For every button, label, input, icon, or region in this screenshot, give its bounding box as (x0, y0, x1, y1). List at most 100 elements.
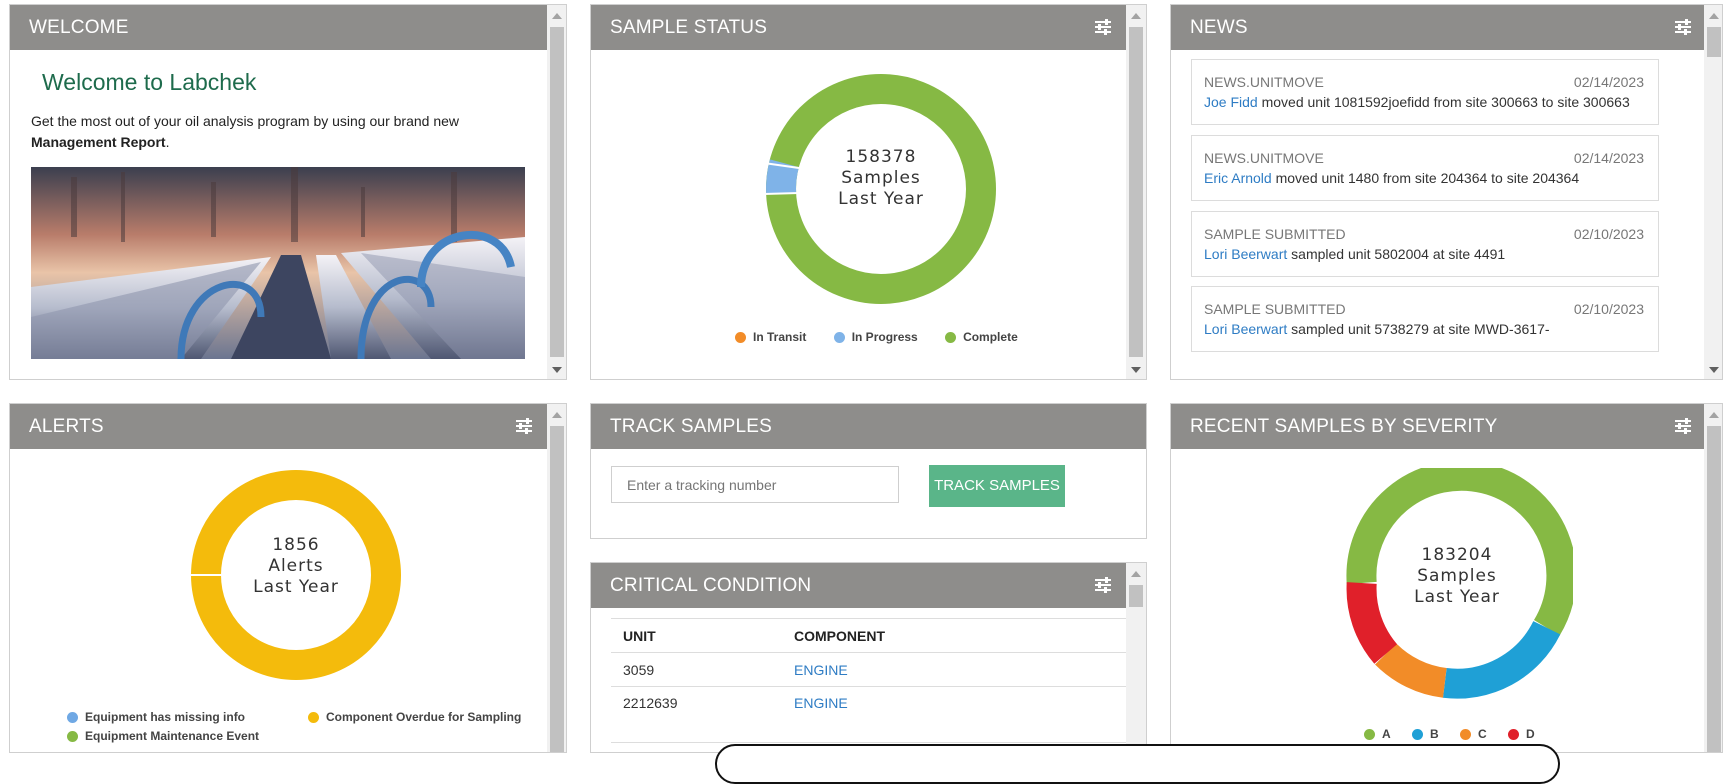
severity-panel: RECENT SAMPLES BY SEVERITY 183204 Sample… (1170, 403, 1723, 753)
severity-scrollbar[interactable] (1704, 404, 1722, 752)
welcome-heading: Welcome to Labchek (42, 69, 257, 95)
sample-status-legend: In Transit In Progress Complete (735, 330, 1018, 346)
table-header-row: UNIT COMPONENT (611, 618, 1131, 653)
legend-label: In Progress (851, 330, 918, 344)
alerts-count-period: Last Year (253, 577, 339, 597)
news-date: 02/10/2023 (1573, 226, 1644, 242)
missing-info-dot-icon (67, 711, 78, 723)
severity-count: 183204 (1421, 545, 1493, 565)
news-text: Joe Fidd moved unit 1081592joefidd from … (1204, 94, 1646, 110)
pipeline-illustration (31, 167, 525, 359)
filter-settings-icon[interactable] (1094, 18, 1112, 36)
track-samples-panel: TRACK SAMPLES TRACK SAMPLES (590, 403, 1147, 539)
news-text: Lori Beerwart sampled unit 5802004 at si… (1204, 246, 1646, 262)
pipeline-image (31, 167, 525, 359)
component-link[interactable]: ENGINE (782, 686, 1131, 743)
news-scroll-thumb[interactable] (1707, 27, 1721, 57)
alerts-center: 1856 Alerts Last Year (216, 535, 376, 598)
management-report-link[interactable]: Management Report (31, 134, 166, 150)
legend-label: C (1478, 727, 1487, 741)
scroll-up-arrow-icon[interactable] (552, 412, 562, 418)
legend-item-in-progress[interactable]: In Progress (833, 330, 918, 344)
track-samples-header: TRACK SAMPLES (591, 404, 1146, 449)
news-user-link[interactable]: Joe Fidd (1204, 94, 1258, 110)
news-message: sampled unit 5738279 at site MWD-3617- (1287, 321, 1550, 337)
track-samples-title: TRACK SAMPLES (610, 416, 773, 437)
legend-item-b[interactable]: B (1412, 727, 1439, 741)
track-samples-button[interactable]: TRACK SAMPLES (929, 465, 1065, 507)
column-header-component[interactable]: COMPONENT (782, 618, 1131, 653)
welcome-scrollbar[interactable] (547, 5, 566, 379)
alerts-scroll-thumb[interactable] (550, 426, 564, 752)
scroll-down-arrow-icon[interactable] (552, 367, 562, 373)
news-user-link[interactable]: Eric Arnold (1204, 170, 1272, 186)
sample-count-period: Last Year (838, 189, 924, 209)
critical-condition-table: UNIT COMPONENT 3059 ENGINE 2212639 ENGIN… (611, 618, 1131, 743)
filter-settings-icon[interactable] (1674, 18, 1692, 36)
unit-cell: 2212639 (611, 686, 782, 743)
unit-cell: 3059 (611, 652, 782, 687)
news-item: SAMPLE SUBMITTED 02/10/2023 Lori Beerwar… (1191, 211, 1659, 277)
news-item: SAMPLE SUBMITTED 02/10/2023 Lori Beerwar… (1191, 286, 1659, 352)
alerts-panel: ALERTS 1856 Alerts Last Year Equipment h… (9, 403, 567, 753)
severity-count-period: Last Year (1414, 587, 1500, 607)
severity-b-dot-icon (1412, 728, 1424, 740)
critical-condition-panel: CRITICAL CONDITION UNIT COMPONENT 3059 E… (590, 562, 1147, 753)
scroll-up-arrow-icon[interactable] (1709, 13, 1719, 19)
sample-count: 158378 (845, 147, 917, 167)
sample-status-title: SAMPLE STATUS (610, 17, 768, 38)
legend-item-a[interactable]: A (1364, 727, 1391, 741)
severity-header: RECENT SAMPLES BY SEVERITY (1171, 404, 1704, 449)
legend-item-overdue[interactable]: Component Overdue for Sampling (308, 710, 521, 724)
legend-item-maintenance[interactable]: Equipment Maintenance Event (67, 729, 259, 743)
legend-item-missing-info[interactable]: Equipment has missing info (67, 710, 245, 724)
severity-center: 183204 Samples Last Year (1377, 545, 1537, 608)
donut-segment-c (1375, 643, 1448, 698)
news-user-link[interactable]: Lori Beerwart (1204, 321, 1287, 337)
legend-item-complete[interactable]: Complete (945, 330, 1018, 344)
alerts-header: ALERTS (10, 404, 547, 449)
sample-status-scroll-thumb[interactable] (1129, 27, 1143, 357)
sample-status-scrollbar[interactable] (1126, 5, 1146, 379)
filter-settings-icon[interactable] (515, 417, 533, 435)
column-header-unit[interactable]: UNIT (611, 618, 782, 653)
critical-condition-scrollbar[interactable] (1126, 563, 1146, 752)
scroll-up-arrow-icon[interactable] (1131, 571, 1141, 577)
tracking-number-input[interactable] (611, 466, 899, 503)
news-message: sampled unit 5802004 at site 4491 (1287, 246, 1506, 262)
news-date: 02/14/2023 (1573, 74, 1644, 90)
legend-label: Component Overdue for Sampling (326, 710, 522, 724)
scroll-up-arrow-icon[interactable] (552, 13, 562, 19)
legend-item-c[interactable]: C (1460, 727, 1487, 741)
scroll-up-arrow-icon[interactable] (1131, 13, 1141, 19)
legend-item-in-transit[interactable]: In Transit (735, 330, 806, 344)
table-row[interactable]: 3059 ENGINE (611, 652, 1131, 687)
severity-scroll-thumb[interactable] (1707, 426, 1721, 752)
legend-label: Equipment has missing info (85, 710, 246, 724)
in-progress-dot-icon (833, 331, 845, 343)
news-message: moved unit 1480 from site 204364 to site… (1271, 170, 1580, 186)
filter-settings-icon[interactable] (1674, 417, 1692, 435)
scroll-down-arrow-icon[interactable] (1131, 367, 1141, 373)
table-row[interactable]: 2212639 ENGINE (611, 686, 1131, 743)
maintenance-dot-icon (67, 730, 78, 742)
donut-segment-b (1442, 620, 1561, 699)
news-scrollbar[interactable] (1704, 5, 1722, 379)
welcome-scroll-thumb[interactable] (550, 27, 564, 357)
critical-condition-header: CRITICAL CONDITION (591, 563, 1126, 608)
alerts-count-label: Alerts (268, 556, 324, 576)
severity-legend: A B C D (1364, 727, 1535, 743)
component-link[interactable]: ENGINE (782, 652, 1131, 687)
sample-status-panel: SAMPLE STATUS 158378 Samples Last Year I… (590, 4, 1147, 380)
filter-settings-icon[interactable] (1094, 576, 1112, 594)
alerts-scrollbar[interactable] (547, 404, 566, 752)
welcome-intro-suffix: . (165, 134, 170, 150)
news-header: NEWS (1171, 5, 1704, 50)
legend-item-d[interactable]: D (1508, 727, 1535, 741)
news-message: moved unit 1081592joefidd from site 3006… (1257, 94, 1630, 110)
critical-condition-scroll-thumb[interactable] (1129, 585, 1143, 607)
news-user-link[interactable]: Lori Beerwart (1204, 246, 1287, 262)
complete-dot-icon (945, 331, 957, 343)
scroll-down-arrow-icon[interactable] (1709, 367, 1719, 373)
scroll-up-arrow-icon[interactable] (1709, 412, 1719, 418)
